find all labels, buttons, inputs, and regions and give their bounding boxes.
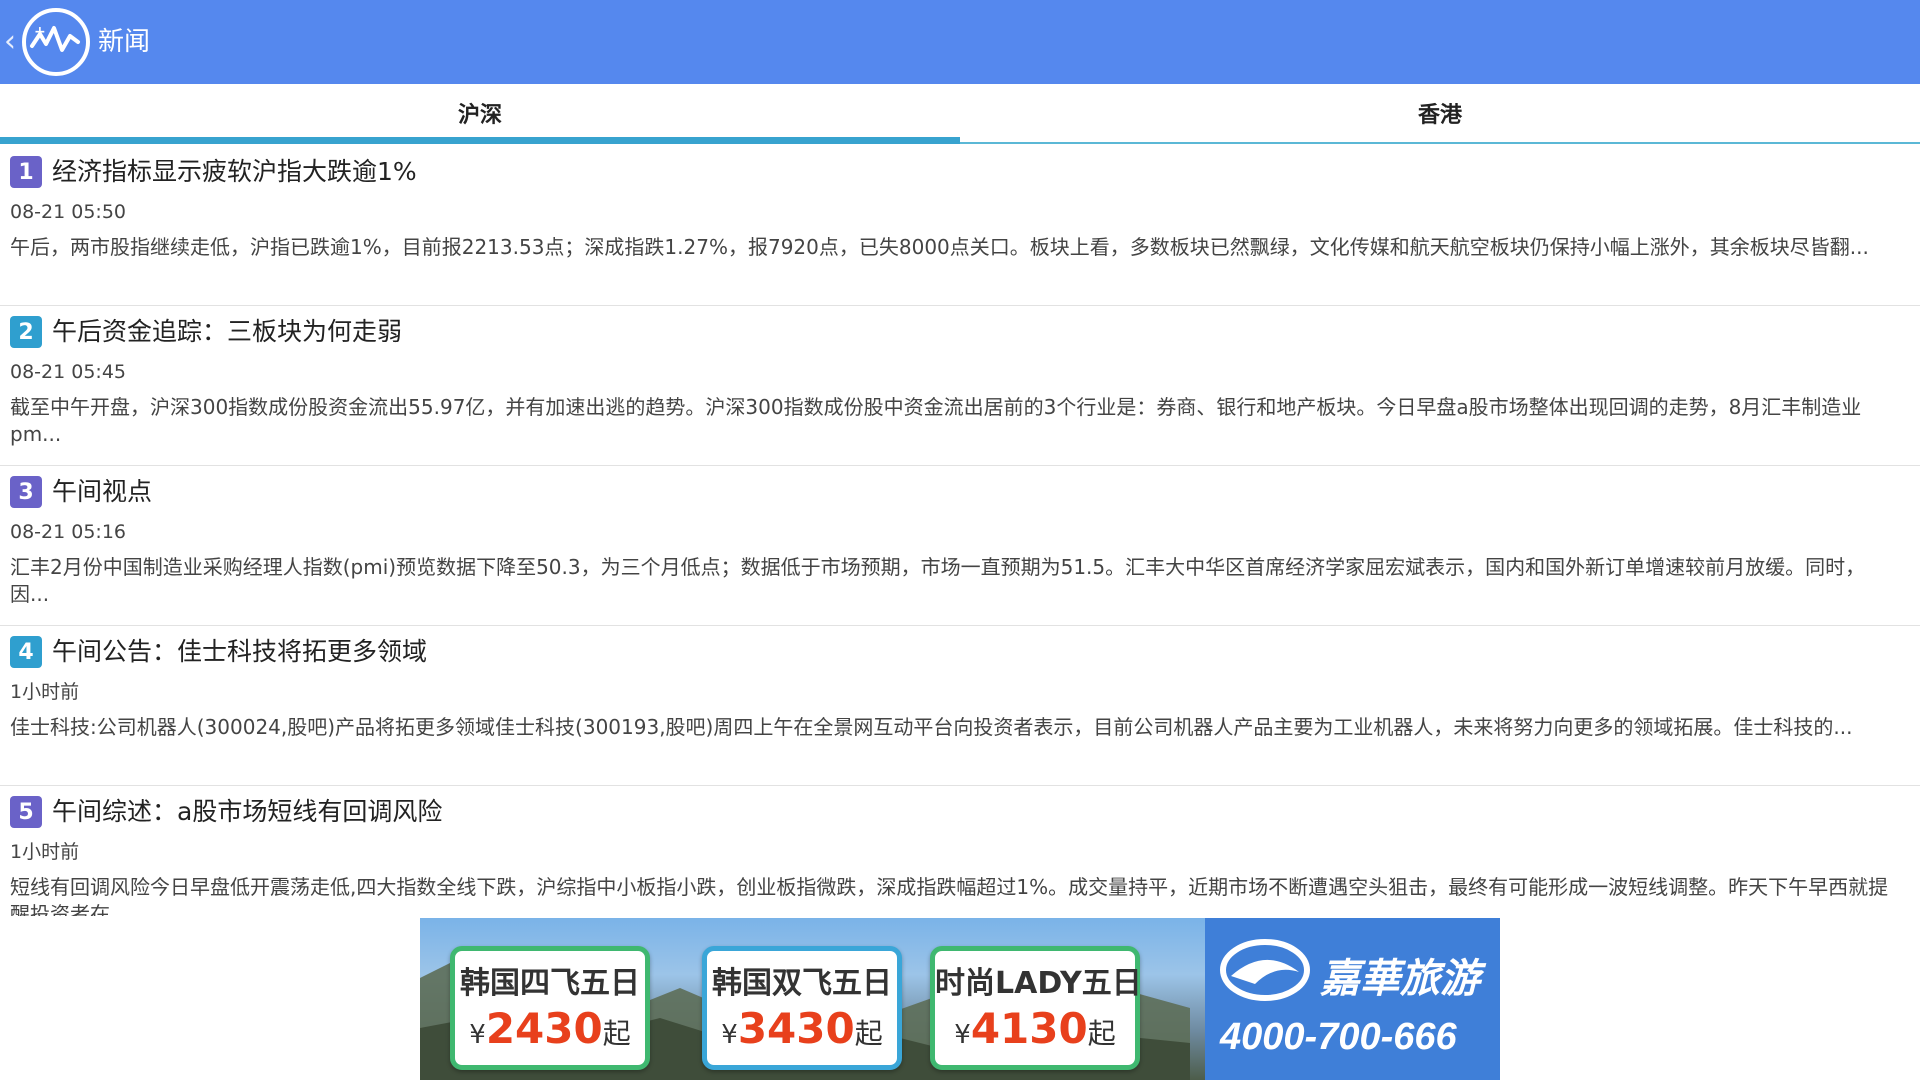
- news-item[interactable]: 3 午间视点 08-21 05:16 汇丰2月份中国制造业采购经理人指数(pmi)预览…: [0, 466, 1920, 626]
- news-summary: 午后，两市股指继续走低，沪指已跌逾1%，目前报2213.53点；深成指跌1.27…: [10, 235, 1869, 259]
- news-title[interactable]: 午间视点: [52, 476, 152, 508]
- ad-brand-name: 嘉華旅游: [1320, 955, 1480, 1002]
- news-head: 1 经济指标显示疲软沪指大跌逾1%: [10, 154, 1910, 190]
- ad-phone: 4000-700-666: [1220, 1016, 1457, 1058]
- page-title: 新闻: [98, 27, 151, 57]
- news-head: 2 午后资金追踪：三板块为何走弱: [10, 314, 1910, 350]
- news-summary: 佳士科技:公司机器人(300024,股吧)产品将拓更多领域佳士科技(300193…: [10, 715, 1853, 739]
- svg-text:+: +: [34, 24, 46, 40]
- news-head: 4 午间公告：佳士科技将拓更多领域: [10, 634, 1910, 670]
- news-number-badge: 5: [10, 796, 42, 828]
- news-time: 08-21 05:16: [10, 521, 127, 543]
- news-number-badge: 3: [10, 476, 42, 508]
- news-head: 3 午间视点: [10, 474, 1910, 510]
- news-summary: 截至中午开盘，沪深300指数成份股资金流出55.97亿，并有加速出逃的趋势。沪深…: [10, 395, 1862, 446]
- news-number-badge: 1: [10, 156, 42, 188]
- news-item[interactable]: 2 午后资金追踪：三板块为何走弱 08-21 05:45 截至中午开盘，沪深300指数…: [0, 306, 1920, 466]
- news-item[interactable]: 4 午间公告：佳士科技将拓更多领域 1小时前佳士科技:公司机器人(300024,股吧…: [0, 626, 1920, 786]
- news-item[interactable]: 1 经济指标显示疲软沪指大跌逾1% 08-21 05:50 午后，两市股指继续走低，沪…: [0, 146, 1920, 306]
- news-summary: 汇丰2月份中国制造业采购经理人指数(pmi)预览数据下降至50.3，为三个月低点…: [10, 555, 1866, 606]
- stock-chart-logo-icon[interactable]: +: [20, 6, 92, 78]
- news-head: 5 午间综述：a股市场短线有回调风险: [10, 794, 1910, 830]
- tab-bar: 沪深 香港: [0, 84, 1920, 144]
- news-time: 08-21 05:45: [10, 361, 127, 383]
- ad-card-lady[interactable]: 时尚LADY五日 ¥4130起: [930, 946, 1142, 1070]
- ad-banner[interactable]: 韩国四飞五日 ¥2430起 韩国双飞五日 ¥3430起 时尚LADY五日 ¥41…: [420, 918, 1500, 1080]
- news-number-badge: 2: [10, 316, 42, 348]
- news-time: 1小时前: [10, 841, 80, 863]
- app-bar: ‹ + 新闻: [0, 0, 1920, 84]
- ad-card-korea-2fly[interactable]: 韩国双飞五日 ¥3430起: [702, 946, 902, 1070]
- news-list[interactable]: 1 经济指标显示疲软沪指大跌逾1% 08-21 05:50 午后，两市股指继续走低，沪…: [0, 146, 1920, 916]
- news-title[interactable]: 午间综述：a股市场短线有回调风险: [52, 796, 442, 828]
- tab-hushen[interactable]: 沪深: [0, 84, 960, 144]
- chevron-left-icon[interactable]: ‹: [4, 27, 20, 57]
- news-time: 08-21 05:50: [10, 201, 127, 223]
- travel-brand-logo-icon: [1220, 939, 1310, 1001]
- news-time: 1小时前: [10, 681, 80, 703]
- ad-card-korea-4fly[interactable]: 韩国四飞五日 ¥2430起: [450, 946, 650, 1070]
- news-title[interactable]: 午后资金追踪：三板块为何走弱: [52, 316, 402, 348]
- news-number-badge: 4: [10, 636, 42, 668]
- news-item[interactable]: 5 午间综述：a股市场短线有回调风险 1小时前短线有回调风险今日早盘低开震荡走低,四…: [0, 786, 1920, 916]
- news-summary: 短线有回调风险今日早盘低开震荡走低,四大指数全线下跌，沪综指中小板指小跌，创业板…: [10, 875, 1889, 916]
- news-title[interactable]: 午间公告：佳士科技将拓更多领域: [52, 636, 427, 668]
- news-title[interactable]: 经济指标显示疲软沪指大跌逾1%: [52, 156, 417, 188]
- tab-hongkong[interactable]: 香港: [960, 84, 1920, 142]
